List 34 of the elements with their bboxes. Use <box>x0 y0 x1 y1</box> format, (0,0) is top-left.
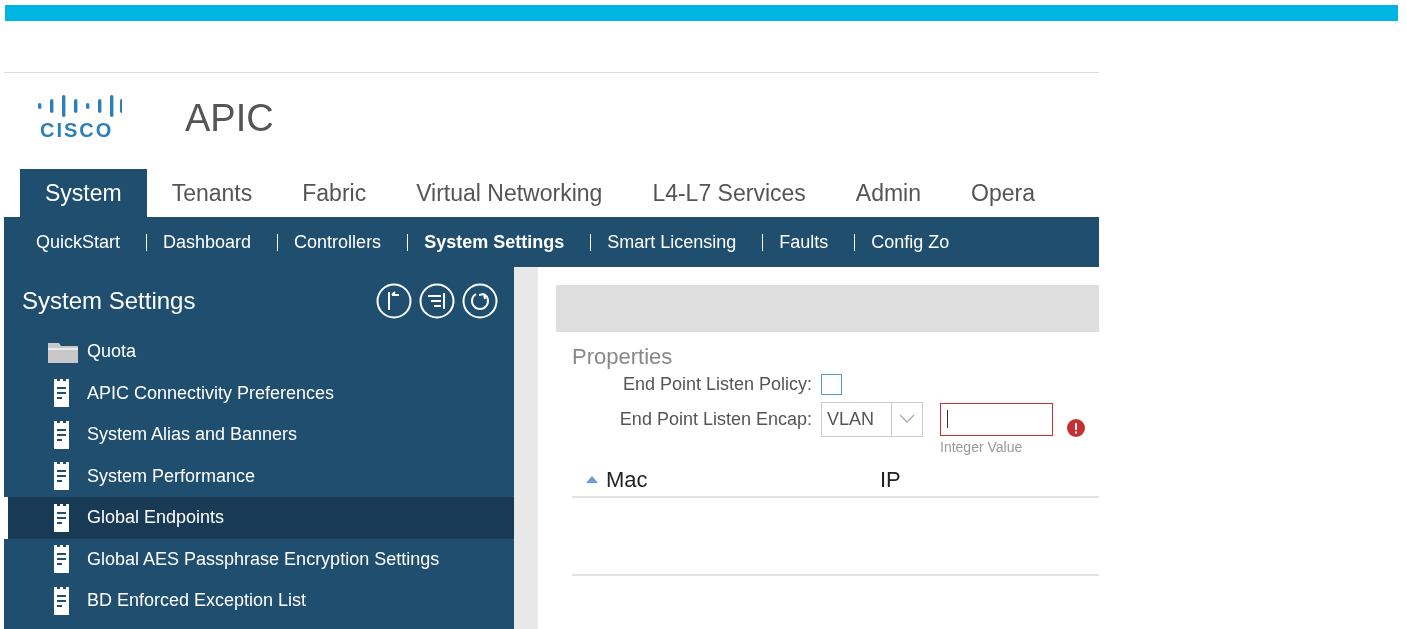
field-label: End Point Listen Encap: <box>618 408 812 430</box>
nav-tab[interactable]: System <box>20 169 147 217</box>
filter-icon[interactable] <box>419 283 455 319</box>
logo-bars-icon <box>36 95 122 117</box>
product-title: APIC <box>185 96 274 140</box>
subnav-link[interactable]: Smart Licensing <box>607 231 737 253</box>
column-header[interactable]: IP <box>880 466 901 493</box>
sidebar-item[interactable]: Global Endpoints <box>4 497 514 539</box>
section-title: Properties <box>572 344 674 370</box>
subnav-link[interactable]: Config Zo <box>871 231 950 253</box>
encap-dropdown[interactable]: VLAN <box>821 401 923 437</box>
sidebar-item[interactable]: APIC Connectivity Preferences <box>4 372 514 414</box>
sidebar-item[interactable]: System Performance <box>4 455 514 497</box>
input-field[interactable] <box>940 402 1053 436</box>
sidebar-item[interactable]: Global AES Passphrase Encryption Settings <box>4 538 514 580</box>
column-header[interactable]: Mac <box>572 466 880 493</box>
refresh-icon[interactable] <box>462 283 498 319</box>
subnav-link[interactable]: System Settings <box>424 231 565 253</box>
field-label: End Point Listen Policy: <box>621 374 812 395</box>
logo-text: CISCO <box>40 119 114 142</box>
collapse-left-icon[interactable] <box>376 283 412 319</box>
sidebar-item[interactable]: BD Enforced Exception List <box>4 580 514 622</box>
subnav-link[interactable]: QuickStart <box>36 231 121 253</box>
folder-icon <box>48 340 78 363</box>
subnav-link[interactable]: Controllers <box>294 231 382 253</box>
subnav-link[interactable]: Dashboard <box>163 231 252 253</box>
sidebar-item[interactable]: Quota <box>4 331 514 373</box>
field-hint: Integer Value <box>940 438 1023 455</box>
error-icon <box>1067 419 1085 437</box>
sidebar-item[interactable]: System Alias and Banners <box>4 414 514 456</box>
chevron-down-icon <box>899 414 915 424</box>
sidebar-title: System Settings <box>22 287 196 315</box>
subnav-link[interactable]: Faults <box>779 231 829 253</box>
checkbox[interactable] <box>821 374 842 395</box>
